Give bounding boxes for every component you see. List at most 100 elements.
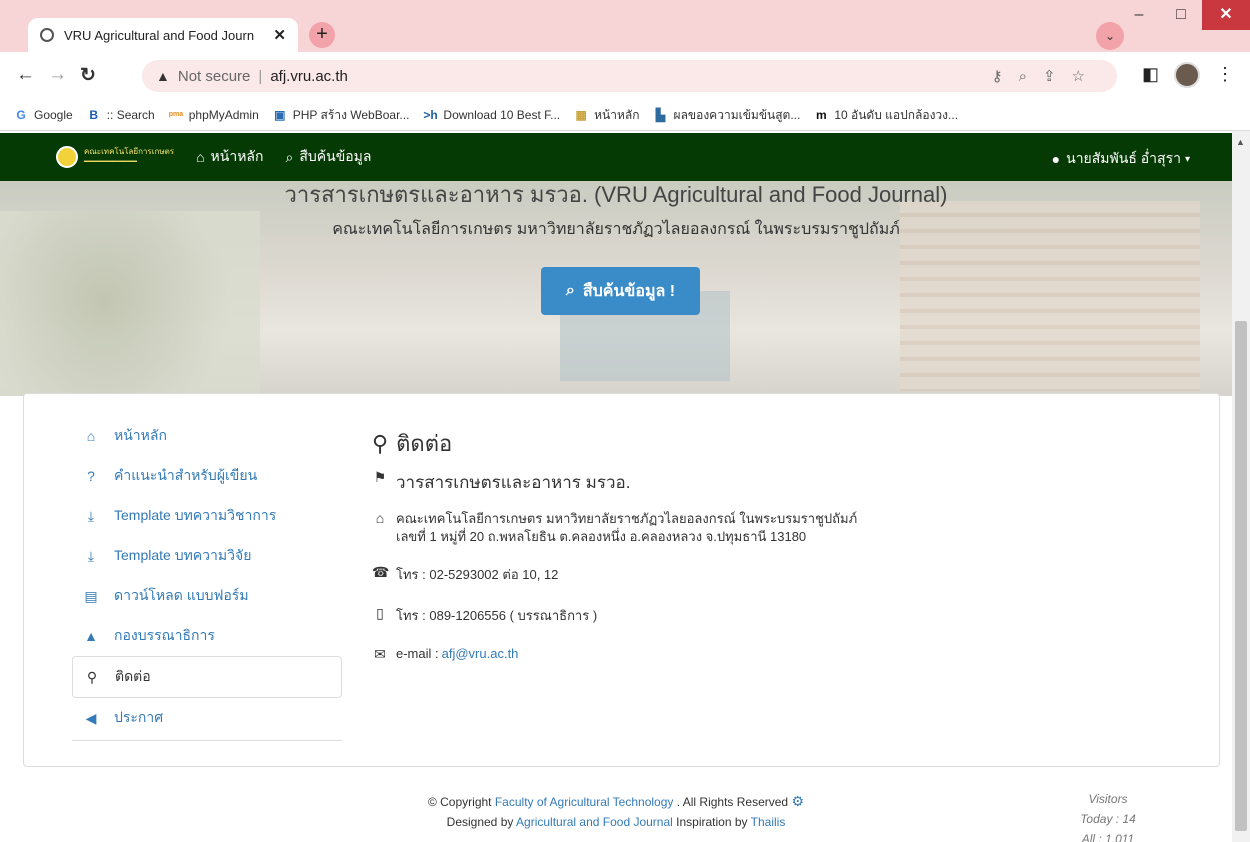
envelope-icon: ✉ xyxy=(374,646,386,662)
menu-icon[interactable]: ⋮ xyxy=(1216,64,1234,85)
sidebar-item[interactable]: ⤓ Template บทความวิชาการ xyxy=(72,496,342,536)
visitor-counter: Visitors Today : 14 All : 1,011 xyxy=(1068,789,1148,842)
bookmark-icon: B xyxy=(89,108,99,122)
zoom-icon[interactable]: ⌕ xyxy=(1019,68,1043,85)
bookmark-icon: m xyxy=(816,108,827,122)
contact-content: ⚲ ติดต่อ ⚑ วารสารเกษตรและอาหาร มรวอ. ⌂ ค… xyxy=(372,426,1172,663)
emblem-icon xyxy=(56,146,78,168)
sidebar-item-label: ติดต่อ xyxy=(115,668,151,684)
sidebar-item[interactable]: ⌂ หน้าหลัก xyxy=(72,416,342,456)
email-label: e-mail : xyxy=(396,646,439,661)
rights-text: . All Rights Reserved xyxy=(673,795,792,809)
sidebar-divider xyxy=(72,740,342,741)
bookmark-item[interactable]: >h Download 10 Best F... xyxy=(423,108,560,122)
bookmark-label: phpMyAdmin xyxy=(188,108,259,122)
nav-search[interactable]: ⌕ สืบค้นข้อมูล xyxy=(285,146,371,168)
address-line1: คณะเทคโนโลยีการเกษตร มหาวิทยาลัยราชภัฏวไ… xyxy=(396,511,858,526)
bookmark-item[interactable]: pma phpMyAdmin xyxy=(169,108,259,122)
sidebar-item-label: ดาวน์โหลด แบบฟอร์ม xyxy=(114,587,249,603)
page-scrollbar[interactable]: ▲ xyxy=(1232,131,1250,842)
copyright-prefix: © Copyright xyxy=(427,795,495,809)
faculty-logo[interactable]: คณะเทคโนโลยีการเกษตร ━━━━━━━━━━━ xyxy=(56,146,174,168)
new-tab-button[interactable]: + xyxy=(309,22,335,48)
minimize-button[interactable]: – xyxy=(1118,0,1160,30)
bookmark-item[interactable]: ▙ ผลของความเข้มข้นสูต... xyxy=(654,106,800,125)
hero-search-button[interactable]: ⌕ สืบค้นข้อมูล ! xyxy=(541,267,700,315)
hero-subtitle: คณะเทคโนโลยีการเกษตร มหาวิทยาลัยราชภัฏวไ… xyxy=(332,221,900,238)
email-link[interactable]: afj@vru.ac.th xyxy=(442,646,519,661)
bookmark-item[interactable]: ▦ หน้าหลัก xyxy=(574,106,639,125)
globe-icon xyxy=(40,28,54,42)
bookmark-icon: G xyxy=(16,108,26,122)
bookmark-label: Download 10 Best F... xyxy=(443,108,561,122)
bookmark-item[interactable]: ▣ PHP สร้าง WebBoar... xyxy=(273,106,409,125)
sidebar-item[interactable]: ⤓ Template บทความวิจัย xyxy=(72,536,342,576)
sidebar-item[interactable]: ◀ ประกาศ xyxy=(72,698,342,738)
mobile: โทร : 089-1206556 ( บรรณาธิการ ) xyxy=(396,608,598,623)
bookmark-item[interactable]: G Google xyxy=(14,108,73,122)
faculty-link[interactable]: Faculty of Agricultural Technology xyxy=(495,795,674,809)
download-icon: ⤓ xyxy=(87,547,95,564)
address-line2: เลขที่ 1 หมู่ที่ 20 ถ.พหลโยธิน ต.คลองหนึ… xyxy=(396,529,807,544)
bookmark-item[interactable]: B:: Search xyxy=(87,108,154,122)
footer: © Copyright Faculty of Agricultural Tech… xyxy=(0,781,1232,842)
share-icon[interactable]: ⇪ xyxy=(1043,68,1072,85)
back-button[interactable]: ← xyxy=(16,64,35,86)
hero-button-label: สืบค้นข้อมูล ! xyxy=(582,282,676,300)
sidebar-item-label: คำแนะนำสำหรับผู้เขียน xyxy=(114,467,258,483)
page-viewport: คณะเทคโนโลยีการเกษตร ━━━━━━━━━━━ ⌂ หน้าหล… xyxy=(0,131,1232,842)
close-window-button[interactable]: ✕ xyxy=(1202,0,1250,30)
visitors-all: All : 1,011 xyxy=(1081,832,1135,842)
sidebar-item[interactable]: ? คำแนะนำสำหรับผู้เขียน xyxy=(72,456,342,496)
close-tab-icon[interactable]: ✕ xyxy=(273,26,286,44)
tab-title: VRU Agricultural and Food Journ xyxy=(64,27,255,43)
mobile-row: ▯ โทร : 089-1206556 ( บรรณาธิการ ) xyxy=(372,605,1172,626)
profile-avatar[interactable] xyxy=(1174,62,1200,88)
browser-toolbar: ← → ↻ ▲ Not secure | afj.vru.ac.th ⚷⌕⇪☆ … xyxy=(0,52,1250,100)
inspiration-prefix: Inspiration by xyxy=(672,815,751,829)
home-icon: ⌂ xyxy=(375,510,385,526)
phone-row: ☎ โทร : 02-5293002 ต่อ 10, 12 xyxy=(372,564,1172,585)
visitors-title: Visitors xyxy=(1088,792,1128,806)
sidepanel-icon[interactable]: ◧ xyxy=(1142,64,1159,85)
visitors-today: Today : 14 xyxy=(1080,812,1136,826)
bookmark-icon: ▙ xyxy=(655,108,666,122)
inspiration-link[interactable]: Thailis xyxy=(751,815,786,829)
email-row: ✉ e-mail : afj@vru.ac.th xyxy=(372,646,1172,663)
sidebar-item[interactable]: ⚲ ติดต่อ xyxy=(72,656,342,698)
user-name: นายสัมพันธ์ อ่ำสุรา xyxy=(1066,150,1181,166)
scrollbar-thumb[interactable] xyxy=(1235,321,1247,831)
designer-link[interactable]: Agricultural and Food Journal xyxy=(516,815,673,829)
bookmark-icon: ▣ xyxy=(274,108,286,122)
contact-title: ติดต่อ xyxy=(396,431,453,456)
hero-title: วารสารเกษตรและอาหาร มรวอ. (VRU Agricultu… xyxy=(284,182,948,207)
user-icon: ● xyxy=(1051,151,1061,167)
user-menu[interactable]: ● นายสัมพันธ์ อ่ำสุรา ▾ xyxy=(1052,148,1190,170)
reload-button[interactable]: ↻ xyxy=(80,64,96,87)
sidebar-item[interactable]: ▲ กองบรรณาธิการ xyxy=(72,616,342,656)
flag-icon: ⚑ xyxy=(373,469,387,485)
forward-button[interactable]: → xyxy=(48,64,67,86)
form-icon: ▤ xyxy=(84,587,98,604)
sidebar-item[interactable]: ▤ ดาวน์โหลด แบบฟอร์ม xyxy=(72,576,342,616)
sidebar-item-label: ประกาศ xyxy=(114,709,164,725)
browser-tab[interactable]: VRU Agricultural and Food Journ ✕ xyxy=(28,18,298,52)
bookmark-item[interactable]: m 10 อันดับ แอปกล้องวง... xyxy=(814,106,958,125)
search-icon: ⌕ xyxy=(565,282,575,299)
nav-search-label: สืบค้นข้อมูล xyxy=(299,148,372,164)
footer-center: © Copyright Faculty of Agricultural Tech… xyxy=(0,791,1232,832)
map-marker-icon: ⚲ xyxy=(372,430,389,456)
key-icon[interactable]: ⚷ xyxy=(992,68,1019,85)
star-icon[interactable]: ☆ xyxy=(1072,68,1101,85)
maximize-button[interactable]: □ xyxy=(1160,0,1202,30)
bookmarks-bar: G Google B:: Search pma phpMyAdmin ▣ PHP สร้าง… xyxy=(0,100,1250,131)
logo-text: คณะเทคโนโลยีการเกษตร ━━━━━━━━━━━ xyxy=(84,147,175,166)
bookmark-label: Google xyxy=(34,108,73,122)
scroll-up-icon[interactable]: ▲ xyxy=(1236,137,1245,147)
designed-prefix: Designed by xyxy=(446,815,517,829)
address-bar[interactable]: ▲ Not secure | afj.vru.ac.th ⚷⌕⇪☆ xyxy=(142,60,1117,92)
address: คณะเทคโนโลยีการเกษตร มหาวิทยาลัยราชภัฏวไ… xyxy=(396,510,857,546)
bookmark-label: 10 อันดับ แอปกล้องวง... xyxy=(834,107,959,122)
gear-icon[interactable]: ⚙ xyxy=(791,793,804,809)
nav-home[interactable]: ⌂ หน้าหลัก xyxy=(196,146,263,168)
